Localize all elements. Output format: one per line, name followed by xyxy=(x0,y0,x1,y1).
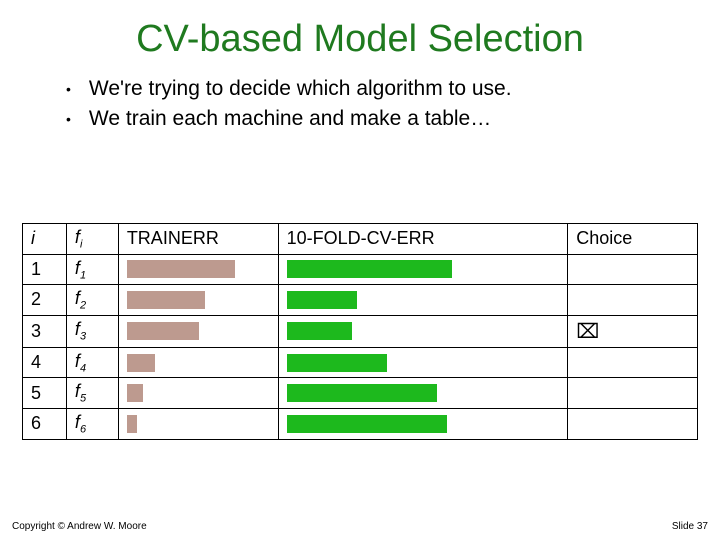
copyright: Copyright © Andrew W. Moore xyxy=(12,521,147,532)
list-item: • We train each machine and make a table… xyxy=(66,105,698,133)
cell-i: 2 xyxy=(23,285,67,316)
cell-cverr xyxy=(278,285,568,316)
cell-trainerr xyxy=(118,378,278,409)
table-row: 5f5 xyxy=(23,378,698,409)
table-row: 1f1 xyxy=(23,254,698,285)
page-title: CV-based Model Selection xyxy=(22,18,698,61)
table-header-row: i fi TRAINERR 10-FOLD-CV-ERR Choice xyxy=(23,224,698,255)
cell-f: f5 xyxy=(66,378,118,409)
cell-cverr xyxy=(278,378,568,409)
cell-choice xyxy=(568,378,698,409)
bullet-list: • We're trying to decide which algorithm… xyxy=(66,75,698,133)
col-cverr: 10-FOLD-CV-ERR xyxy=(278,224,568,255)
cell-i: 1 xyxy=(23,254,67,285)
cell-choice xyxy=(568,285,698,316)
cverr-bar xyxy=(287,291,357,309)
trainerr-bar xyxy=(127,415,137,433)
bullet-text: We're trying to decide which algorithm t… xyxy=(89,75,512,103)
table-row: 3f3 ⌧ xyxy=(23,315,698,347)
slide: CV-based Model Selection • We're trying … xyxy=(0,0,720,540)
cell-choice xyxy=(568,254,698,285)
cell-cverr xyxy=(278,408,568,439)
cell-cverr xyxy=(278,315,568,347)
cell-f: f6 xyxy=(66,408,118,439)
bullet-dot-icon: • xyxy=(66,75,71,103)
table-row: 2f2 xyxy=(23,285,698,316)
data-table: i fi TRAINERR 10-FOLD-CV-ERR Choice 1f12… xyxy=(22,223,698,440)
trainerr-bar xyxy=(127,322,199,340)
footer: Copyright © Andrew W. Moore Slide 37 xyxy=(12,521,708,532)
trainerr-bar xyxy=(127,260,235,278)
bullet-dot-icon: • xyxy=(66,105,71,133)
cverr-bar xyxy=(287,322,352,340)
cell-i: 3 xyxy=(23,315,67,347)
cell-choice xyxy=(568,408,698,439)
cell-i: 5 xyxy=(23,378,67,409)
cverr-bar xyxy=(287,354,387,372)
cell-i: 4 xyxy=(23,347,67,378)
col-choice: Choice xyxy=(568,224,698,255)
cell-f: f4 xyxy=(66,347,118,378)
table-row: 6f6 xyxy=(23,408,698,439)
cverr-bar xyxy=(287,384,437,402)
trainerr-bar xyxy=(127,384,143,402)
cverr-bar xyxy=(287,260,452,278)
cell-f: f2 xyxy=(66,285,118,316)
choice-mark-icon: ⌧ xyxy=(576,321,599,343)
bullet-text: We train each machine and make a table… xyxy=(89,105,491,133)
cverr-bar xyxy=(287,415,447,433)
slide-number: Slide 37 xyxy=(672,521,708,532)
table-row: 4f4 xyxy=(23,347,698,378)
cell-cverr xyxy=(278,347,568,378)
cell-f: f1 xyxy=(66,254,118,285)
trainerr-bar xyxy=(127,291,205,309)
cell-choice xyxy=(568,347,698,378)
cell-trainerr xyxy=(118,408,278,439)
cell-trainerr xyxy=(118,285,278,316)
cell-trainerr xyxy=(118,315,278,347)
col-trainerr: TRAINERR xyxy=(118,224,278,255)
list-item: • We're trying to decide which algorithm… xyxy=(66,75,698,103)
cell-f: f3 xyxy=(66,315,118,347)
cell-i: 6 xyxy=(23,408,67,439)
col-i: i xyxy=(23,224,67,255)
col-f: fi xyxy=(66,224,118,255)
cell-cverr xyxy=(278,254,568,285)
cell-trainerr xyxy=(118,254,278,285)
cell-trainerr xyxy=(118,347,278,378)
cell-choice: ⌧ xyxy=(568,315,698,347)
trainerr-bar xyxy=(127,354,155,372)
